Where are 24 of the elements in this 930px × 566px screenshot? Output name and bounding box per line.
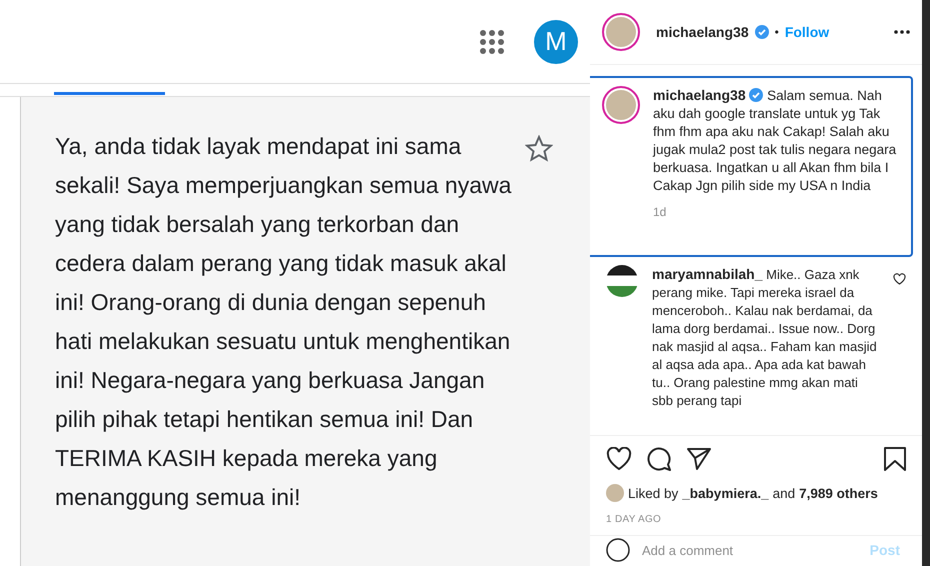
emoji-icon[interactable]: [606, 538, 630, 562]
likes-label: Liked by: [628, 486, 678, 500]
apps-grid-icon[interactable]: [480, 30, 504, 54]
bookmark-icon[interactable]: [884, 447, 906, 471]
comment-text: maryamnabilah_ Mike.. Gaza xnk perang mike. Tapi mereka israel da menceroboh.. Kalau nak berdamai, da lama dorg berdamai.. Issue now.. Dorg nak masjid al aqsa.. Faham kan masjid al aqsa ada apa.. Apa ada kat bawah tu.. Orang palestine mmg akan mati sbb perang tapi: [652, 265, 878, 410]
translation-text: Ya, anda tidak layak mendapat ini sama sekali! Saya memperjuangkan semua nyawa yang tidak bersalah yang terkorban dan cedera dalam perang yang tidak masuk akal ini! Orang-orang di dunia dengan sepenuh hati melakukan sesuatu untuk menghentikan ini! Negara-negara yang berkuasa Jangan pilih pihak tetapi hentikan semua ini! Dan TERIMA KASIH kepada mereka yang menanggung semua ini!: [55, 132, 512, 512]
avatar: [606, 484, 624, 502]
username[interactable]: michaelang38: [656, 24, 749, 40]
caption-text: michaelang38 Salam semua. Nah aku dah google translate untuk yg Tak fhm fhm apa aku nak Cakap! Salah aku jugak mula2 post tak tulis negara negara berkuasa. Ingatkan u all Akan fhm bila I Cakap Jgn pilih side my USA n India: [653, 86, 898, 195]
comment-icon[interactable]: [646, 446, 672, 472]
avatar: [602, 86, 640, 124]
account-avatar[interactable]: M: [534, 20, 578, 64]
timestamp: 1d: [653, 205, 668, 219]
star-icon[interactable]: [525, 135, 553, 163]
heart-icon[interactable]: [893, 273, 906, 285]
avatar: [602, 13, 640, 51]
likes-label: and: [772, 486, 796, 500]
liker-username[interactable]: _babymiera._: [682, 486, 769, 500]
separator-dot: •: [774, 25, 779, 39]
post-date: 1 DAY AGO: [590, 502, 922, 536]
send-icon[interactable]: [686, 447, 712, 471]
heart-icon[interactable]: [606, 447, 632, 471]
more-options-icon[interactable]: [894, 30, 910, 34]
likes-count[interactable]: 7,989 others: [799, 486, 878, 500]
